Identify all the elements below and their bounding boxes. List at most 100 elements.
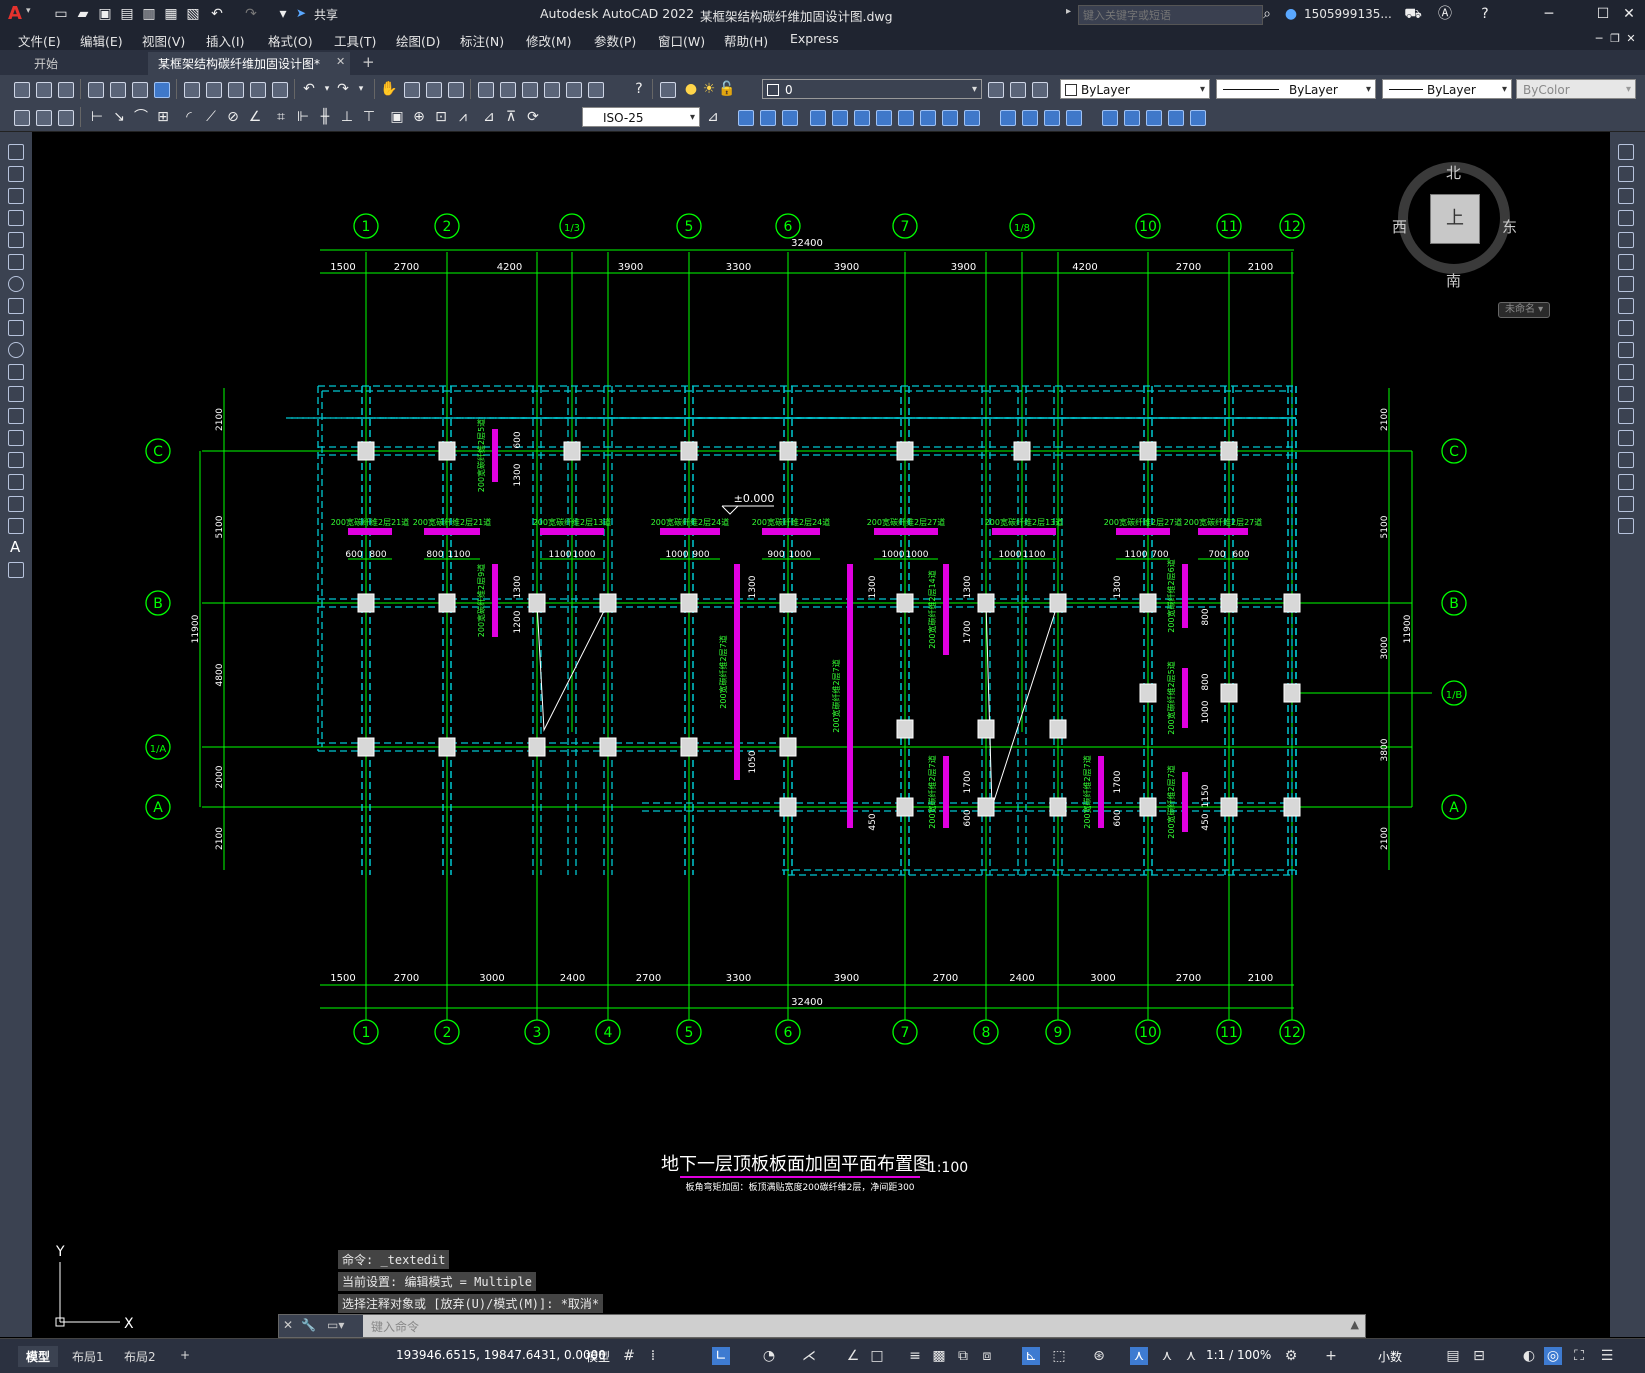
command-close-icon[interactable]: ✕ [283,1318,293,1332]
layer-previous-icon[interactable] [1008,80,1026,98]
new-tab-button[interactable]: + [362,53,375,71]
stretch-icon[interactable] [1618,320,1634,336]
layout-tab-model[interactable]: 模型 [18,1346,59,1367]
array-icon[interactable] [1618,232,1634,248]
minimize-icon[interactable]: ─ [1540,5,1558,23]
layer-on-bulb-icon[interactable]: ● [682,80,700,98]
make-block-icon[interactable] [8,408,24,424]
multiline-text-icon[interactable]: A [10,538,20,556]
layer-freeze-sun-icon[interactable]: ☀ [700,80,718,98]
viewcube-north[interactable]: 北 [1446,162,1461,183]
command-history-toggle-icon[interactable]: ▲ [1351,1318,1359,1331]
polar-icon[interactable]: ◔ [760,1347,778,1365]
stretch-icon[interactable] [918,108,936,126]
redo-icon[interactable]: ↷ [334,80,352,98]
autodesk-app-icon[interactable]: Ⓐ [1436,5,1454,23]
ordinate-icon[interactable]: ⊞ [154,108,172,126]
markup-icon[interactable] [564,80,582,98]
quick-dimension-icon[interactable]: ⌗ [272,108,290,126]
rotate-icon[interactable] [874,108,892,126]
redo-icon[interactable]: ↷ [242,5,260,23]
tool-palettes-icon[interactable] [520,80,538,98]
table-icon[interactable] [8,518,24,534]
calculator-icon[interactable] [586,80,604,98]
grid-icon[interactable]: # [620,1347,638,1365]
draworder-icon[interactable] [1122,108,1140,126]
command-input-placeholder[interactable]: 键入命令 [371,1318,419,1335]
spline-icon[interactable] [8,320,24,336]
viewcube-east[interactable]: 东 [1502,216,1517,237]
user-icon[interactable]: ● [1282,5,1300,23]
viewcube-south[interactable]: 南 [1446,270,1461,291]
share-button[interactable]: 共享 [314,6,338,23]
menu-express[interactable]: Express [790,31,839,46]
chamfer-icon[interactable] [1042,108,1060,126]
drawing-canvas[interactable]: 1 2 1/3 5 6 7 1/8 10 11 12 1 2 3 4 5 6 7 8 9 10 11 12 C B 1/A A C B… [32,132,1610,1337]
offset-icon[interactable] [808,108,826,126]
layer-lock-icon[interactable]: 🔓 [718,80,736,98]
chamfer-icon[interactable] [1618,452,1634,468]
model-space-toggle[interactable]: 模型 [586,1348,610,1365]
save-icon[interactable] [56,80,74,98]
annotation-scale-icon[interactable]: ⋏ [1182,1347,1200,1365]
coordinates-readout[interactable]: 193946.6515, 19847.6431, 0.0000 [396,1348,606,1362]
dimstyle-dropdown[interactable]: ISO-25 ▾ [582,107,700,127]
extend-icon[interactable] [1618,364,1634,380]
open-icon[interactable] [34,80,52,98]
construction-line-icon[interactable] [8,166,24,182]
command-recent-icon[interactable]: ▭▾ [327,1318,344,1332]
customization-icon[interactable]: ☰ [1598,1347,1616,1365]
layer-dropdown[interactable]: 0 ▾ [762,79,982,99]
copy-icon[interactable] [204,80,222,98]
lineweight-dropdown[interactable]: ByLayer ▾ [1382,79,1512,99]
layout-tab-2[interactable]: 布局2 [116,1346,164,1367]
menu-parametric[interactable]: 参数(P) [594,31,636,50]
gizmo-icon[interactable]: ⊛ [1090,1347,1108,1365]
search-input[interactable] [1078,5,1263,25]
doc-close-icon[interactable]: ✕ [1622,30,1640,48]
hatch-icon[interactable] [8,452,24,468]
zoom-window-icon[interactable] [424,80,442,98]
maximize-icon[interactable]: ☐ [1594,5,1612,23]
ucs-menu-button[interactable]: 未命名 ▾ [1498,302,1551,318]
menu-edit[interactable]: 编辑(E) [80,31,123,50]
extend-icon[interactable] [962,108,980,126]
viewcube-west[interactable]: 西 [1392,216,1407,237]
mirror-icon[interactable] [1618,188,1634,204]
copy-icon[interactable] [1618,166,1634,182]
command-line[interactable]: ✕ 🔧 ▭▾ 键入命令 ▲ [278,1314,1366,1338]
lineweight-icon[interactable]: ≡ [906,1347,924,1365]
text-front-icon[interactable] [1188,108,1206,126]
open-icon[interactable]: ▰ [74,5,92,23]
workspace-gear-icon[interactable]: ⚙ [1282,1347,1300,1365]
arc-length-icon[interactable]: ⌒ [132,108,150,126]
array-icon[interactable] [830,108,848,126]
annotation-scale-value[interactable]: 1:1 / 100% [1206,1348,1271,1362]
blend-icon[interactable] [1618,496,1634,512]
zoom-previous-icon[interactable] [446,80,464,98]
jogged-icon[interactable]: ⟋ [202,108,220,126]
polyline-icon[interactable] [8,188,24,204]
zoom-realtime-icon[interactable] [402,80,420,98]
menu-format[interactable]: 格式(O) [268,31,313,50]
quick-properties-icon[interactable]: ▤ [1444,1347,1462,1365]
continue-icon[interactable]: ╫ [316,108,334,126]
selection-cycling-icon[interactable]: ⧉ [954,1347,972,1365]
undo-icon[interactable]: ↶ [208,5,226,23]
object-snap-icon[interactable]: □ [868,1347,886,1365]
units-value[interactable]: 小数 [1378,1348,1402,1365]
graphics-performance-icon[interactable]: ◎ [1544,1347,1562,1365]
floor-plan-drawing[interactable]: 1 2 1/3 5 6 7 1/8 10 11 121 2 3 4 5 6 7 8 9 10 11 12CB1/AACB… [32,132,1610,1337]
rotate-icon[interactable] [1618,276,1634,292]
dimension-update-icon[interactable]: ⟳ [524,108,542,126]
center-mark-icon[interactable]: ⊕ [410,108,428,126]
lock-ui-icon[interactable]: ⊟ [1470,1347,1488,1365]
fillet-icon[interactable] [1618,474,1634,490]
publish-icon[interactable] [130,80,148,98]
region-icon[interactable] [8,496,24,512]
linetype-dropdown[interactable]: ByLayer ▾ [1216,79,1376,99]
block-editor-icon[interactable] [270,80,288,98]
web-open-icon[interactable]: ▥ [140,5,158,23]
ortho-icon[interactable]: ∟ [712,1347,730,1365]
menu-view[interactable]: 视图(V) [142,31,185,50]
